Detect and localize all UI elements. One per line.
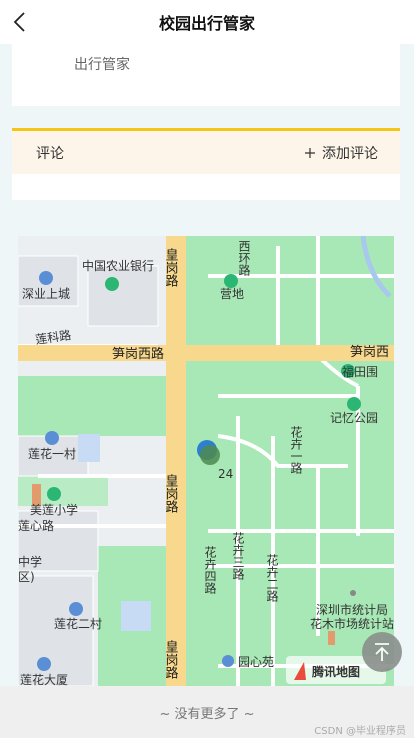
map-label: 深业上城 — [22, 287, 70, 301]
building-icon — [69, 602, 83, 616]
nav-bar: 校园出行管家 — [0, 0, 414, 44]
add-comment-button[interactable]: 添加评论 — [304, 143, 378, 163]
map-label: 美莲小学 — [30, 502, 78, 517]
map-label: 西环路 — [237, 240, 251, 277]
building-icon — [37, 657, 51, 671]
landmark-icon — [328, 631, 335, 645]
info-description: 出行管家 — [74, 57, 130, 73]
info-card: 出行管家 — [12, 44, 400, 106]
map-label: 皇岗路 — [163, 640, 179, 679]
add-comment-label: 添加评论 — [322, 145, 378, 162]
map-label: 花木市场统计站 — [310, 616, 394, 631]
map-label: 皇岗路 — [163, 474, 179, 513]
school-icon — [47, 487, 61, 501]
map-label: 区) — [18, 570, 35, 584]
map-label: 莲心路 — [18, 518, 54, 533]
park-area — [18, 476, 108, 506]
page-title: 校园出行管家 — [158, 14, 255, 33]
map-label: 笋岗西路 — [112, 346, 164, 362]
map-label: 福田围 — [342, 364, 378, 379]
map-label: 花卉二路 — [265, 553, 279, 603]
plus-icon — [305, 147, 315, 158]
map-label: 皇岗路 — [163, 248, 179, 287]
bank-icon — [105, 277, 119, 291]
watermark: CSDN @毕业程序员 — [314, 726, 406, 737]
map-label: 莲花一村 — [28, 446, 76, 461]
map-label: 花卉一路 — [289, 425, 303, 475]
building-icon — [45, 431, 59, 445]
map-label: 中国农业银行 — [82, 258, 154, 273]
map-label: 园心苑 — [238, 655, 274, 669]
map-label: 莲花二村 — [54, 616, 102, 631]
comments-label: 评论 — [36, 145, 64, 162]
map-label: 花卉三路 — [231, 531, 245, 581]
back-to-top-button[interactable] — [362, 632, 402, 672]
map-label: 莲花大厦 — [20, 672, 68, 686]
no-more-text: ~ 没有更多了 ~ — [159, 706, 255, 722]
water — [121, 601, 151, 631]
park-area — [18, 376, 168, 436]
map-view[interactable]: 中国农业银行 深业上城 莲科路 笋岗西路 笋岗西 营地 福田围 记忆公园 莲花一… — [18, 236, 394, 686]
map-label: 笋岗西 — [350, 344, 389, 360]
back-arrow-icon[interactable] — [8, 8, 36, 36]
map-label: 记忆公园 — [330, 411, 378, 425]
comments-header: 评论 添加评论 — [12, 131, 400, 174]
building-icon — [222, 655, 234, 667]
map-label: 营地 — [220, 287, 244, 301]
park-icon — [347, 397, 361, 411]
water — [78, 434, 100, 462]
map-label: 中学 — [18, 554, 42, 569]
comments-section: 评论 添加评论 — [12, 128, 400, 200]
building-icon — [39, 271, 53, 285]
map-canvas[interactable]: 中国农业银行 深业上城 莲科路 笋岗西路 笋岗西 营地 福田围 记忆公园 莲花一… — [18, 236, 394, 686]
map-label: 深圳市统计局 — [316, 602, 388, 617]
camp-icon — [224, 274, 238, 288]
arrow-up-icon — [375, 643, 389, 661]
map-logo-text: 腾讯地图 — [311, 664, 360, 679]
marker-number: 24 — [218, 467, 233, 481]
map-label: 花卉四路 — [203, 545, 217, 595]
